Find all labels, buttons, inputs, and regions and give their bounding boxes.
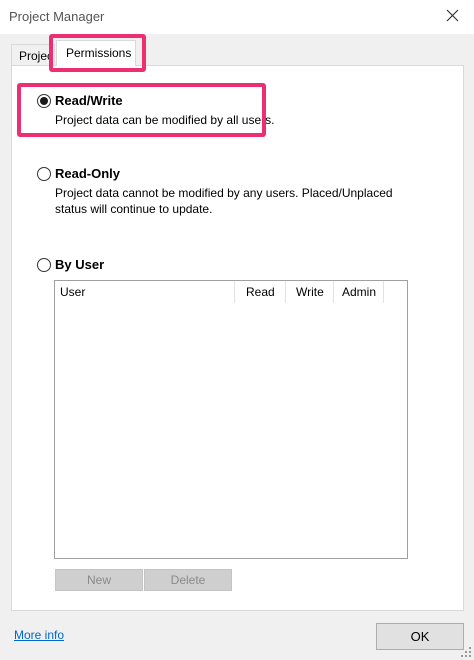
column-read-label: Read	[246, 285, 275, 299]
column-header-write[interactable]: Write	[286, 281, 333, 303]
read-only-description-line1: Project data cannot be modified by any u…	[55, 186, 393, 200]
column-user-label: User	[60, 285, 86, 299]
column-header-read[interactable]: Read	[235, 281, 285, 303]
column-write-label: Write	[296, 285, 324, 299]
more-info-link[interactable]: More info	[14, 628, 64, 642]
column-header-user[interactable]: User	[55, 281, 234, 303]
column-admin-label: Admin	[342, 285, 377, 299]
read-only-radio[interactable]	[37, 167, 51, 181]
close-button[interactable]	[438, 4, 468, 28]
title-bar: Project Manager	[0, 0, 474, 34]
read-only-description-line2: status will continue to update.	[55, 202, 213, 216]
resize-grip-icon[interactable]	[461, 647, 471, 657]
user-permissions-list[interactable]: User Read Write Admin	[54, 280, 408, 559]
column-separator	[383, 281, 384, 303]
delete-user-button[interactable]: Delete	[144, 569, 232, 591]
new-user-button[interactable]: New	[55, 569, 143, 591]
window-title: Project Manager	[9, 9, 105, 24]
read-only-label: Read-Only	[55, 166, 121, 181]
column-header-admin[interactable]: Admin	[334, 281, 383, 303]
tab-project-label: Project	[19, 49, 53, 63]
close-icon	[446, 9, 459, 22]
ok-button[interactable]: OK	[376, 623, 464, 650]
highlight-read-write	[17, 83, 266, 137]
project-manager-dialog: Project Manager Project Permissions Read…	[0, 0, 474, 660]
by-user-label: By User	[55, 257, 105, 272]
by-user-radio[interactable]	[37, 258, 51, 272]
highlight-permissions-tab	[49, 34, 146, 72]
